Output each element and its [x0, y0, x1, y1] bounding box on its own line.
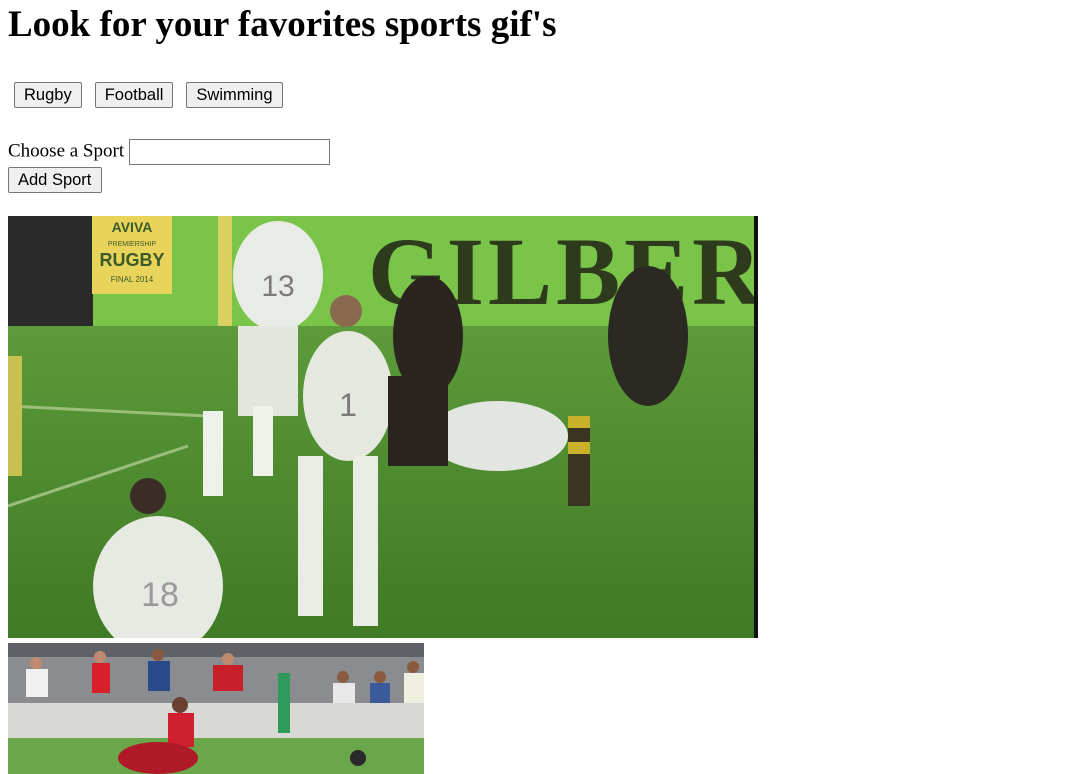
jersey-number-a: 13 [261, 270, 294, 303]
page: Look for your favorites sports gif's Rug… [0, 3, 1086, 193]
choose-sport-label: Choose a Sport [8, 140, 125, 162]
rugby-gif-image: AVIVA PREMIERSHIP RUGBY FINAL 2014 GILBE… [8, 216, 758, 638]
rugby-button[interactable]: Rugby [14, 82, 82, 108]
swimming-button[interactable]: Swimming [186, 82, 283, 108]
page-heading: Look for your favorites sports gif's [8, 4, 557, 45]
sign-line-1: AVIVA [112, 219, 153, 235]
rugby-gif-image-2 [8, 643, 424, 774]
sign-line-3: RUGBY [99, 250, 164, 270]
sport-button-row: Rugby Football Swimming [8, 82, 1078, 108]
add-sport-button[interactable]: Add Sport [8, 166, 102, 193]
sign-line-2: PREMIERSHIP [108, 241, 157, 248]
add-sport-form: Choose a Sport Add Sport [8, 138, 1078, 193]
jersey-number-b: 1 [339, 387, 357, 423]
jersey-number-c: 18 [141, 576, 179, 614]
football-button[interactable]: Football [94, 82, 174, 108]
sign-line-4: FINAL 2014 [111, 275, 154, 284]
sport-input[interactable] [128, 138, 330, 165]
